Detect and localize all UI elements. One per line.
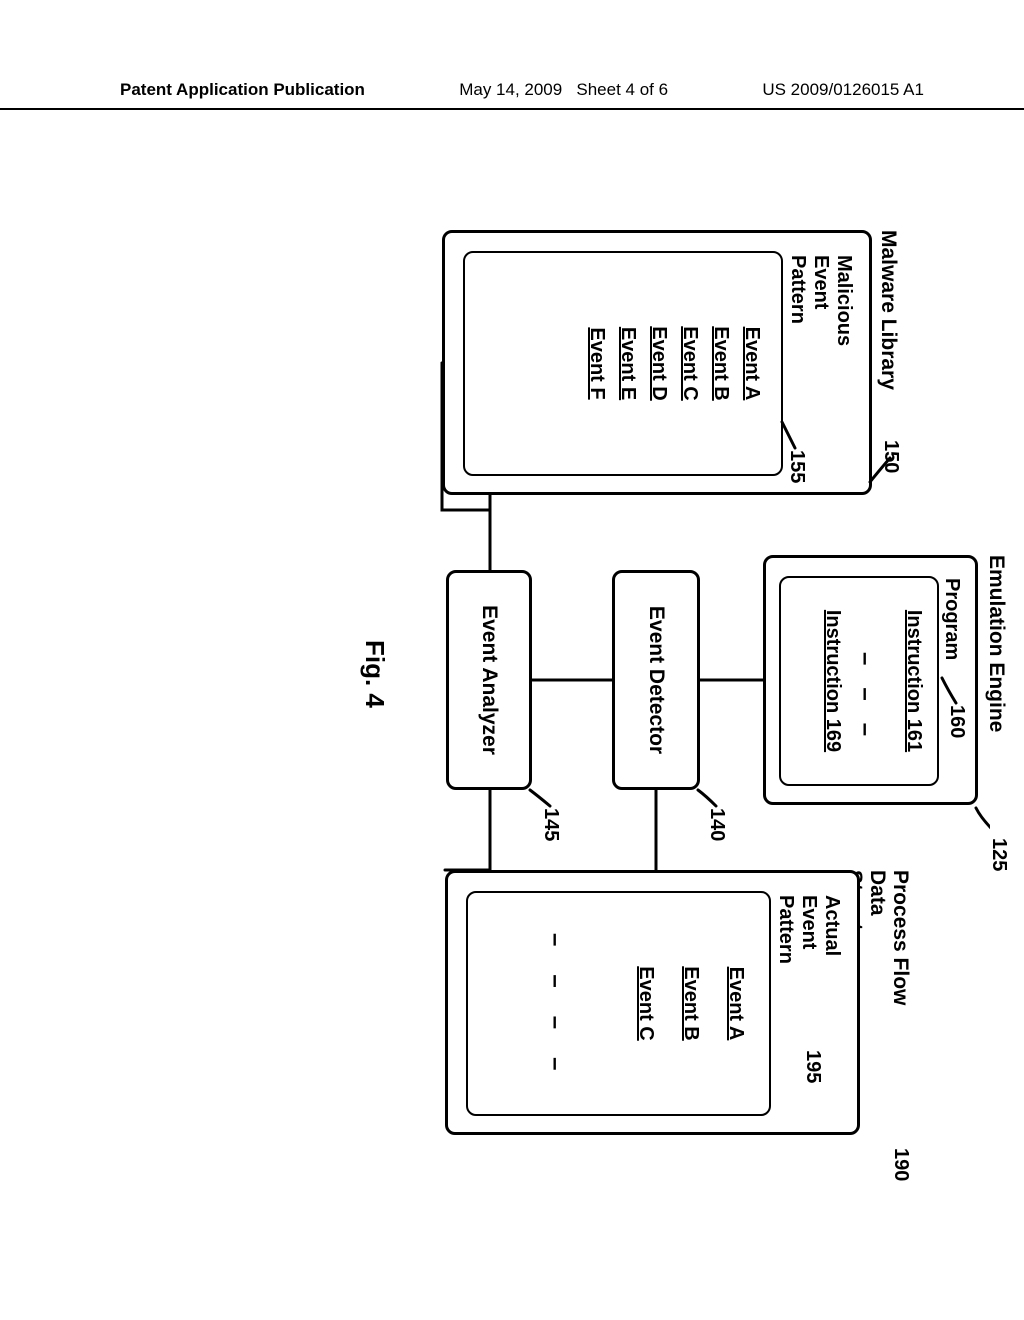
event-analyzer-box: Event Analyzer — [446, 570, 532, 790]
mal-event-c: Event C — [678, 253, 701, 474]
mal-event-b: Event B — [709, 253, 732, 474]
ref-160: 160 — [945, 705, 968, 738]
ref-140: 140 — [705, 808, 728, 841]
ref-195: 195 — [801, 1050, 824, 1083]
event-detector-box: Event Detector — [612, 570, 700, 790]
emulation-label: Emulation Engine — [984, 555, 1008, 732]
malicious-pattern-box: Event A Event B Event C Event D Event E … — [463, 251, 783, 476]
actual-title: Actual Event Pattern — [772, 885, 849, 974]
emulation-box: Program Instruction 161 ––– Instruction … — [763, 555, 978, 805]
figure-diagram: Emulation Engine Program Instruction 161… — [30, 330, 990, 1010]
mal-event-d: Event D — [647, 253, 670, 474]
ref-150: 150 — [879, 440, 902, 473]
instruction-dashes: ––– — [851, 652, 879, 736]
program-label: Program — [938, 568, 969, 670]
act-event-c: Event C — [634, 893, 657, 1114]
header-date: May 14, 2009 Sheet 4 of 6 — [459, 80, 668, 100]
header-docnum: US 2009/0126015 A1 — [762, 80, 924, 100]
program-box: Instruction 161 ––– Instruction 169 — [779, 576, 939, 786]
mal-event-f: Event F — [585, 253, 608, 474]
header-publication: Patent Application Publication — [120, 80, 365, 100]
ref-145: 145 — [539, 808, 562, 841]
ref-190: 190 — [889, 1148, 912, 1181]
actual-dashes: –––– — [541, 933, 569, 1070]
mal-event-e: Event E — [616, 253, 639, 474]
page-header: Patent Application Publication May 14, 2… — [0, 0, 1024, 110]
figure-caption: Fig. 4 — [359, 640, 390, 708]
instruction-a: Instruction 161 — [902, 578, 925, 784]
actual-pattern-box: Event A Event B Event C –––– — [466, 891, 771, 1116]
act-event-a: Event A — [724, 893, 747, 1114]
ref-155: 155 — [785, 450, 808, 483]
process-flow-box: Actual Event Pattern Event A Event B Eve… — [445, 870, 860, 1135]
ref-125: 125 — [987, 838, 1010, 871]
instruction-b: Instruction 169 — [821, 578, 844, 784]
malicious-title: Malicious Event Pattern — [784, 245, 861, 356]
mal-event-a: Event A — [740, 253, 763, 474]
event-detector-label: Event Detector — [634, 596, 678, 764]
event-analyzer-label: Event Analyzer — [467, 595, 511, 765]
act-event-b: Event B — [679, 893, 702, 1114]
malware-label: Malware Library — [876, 230, 900, 390]
